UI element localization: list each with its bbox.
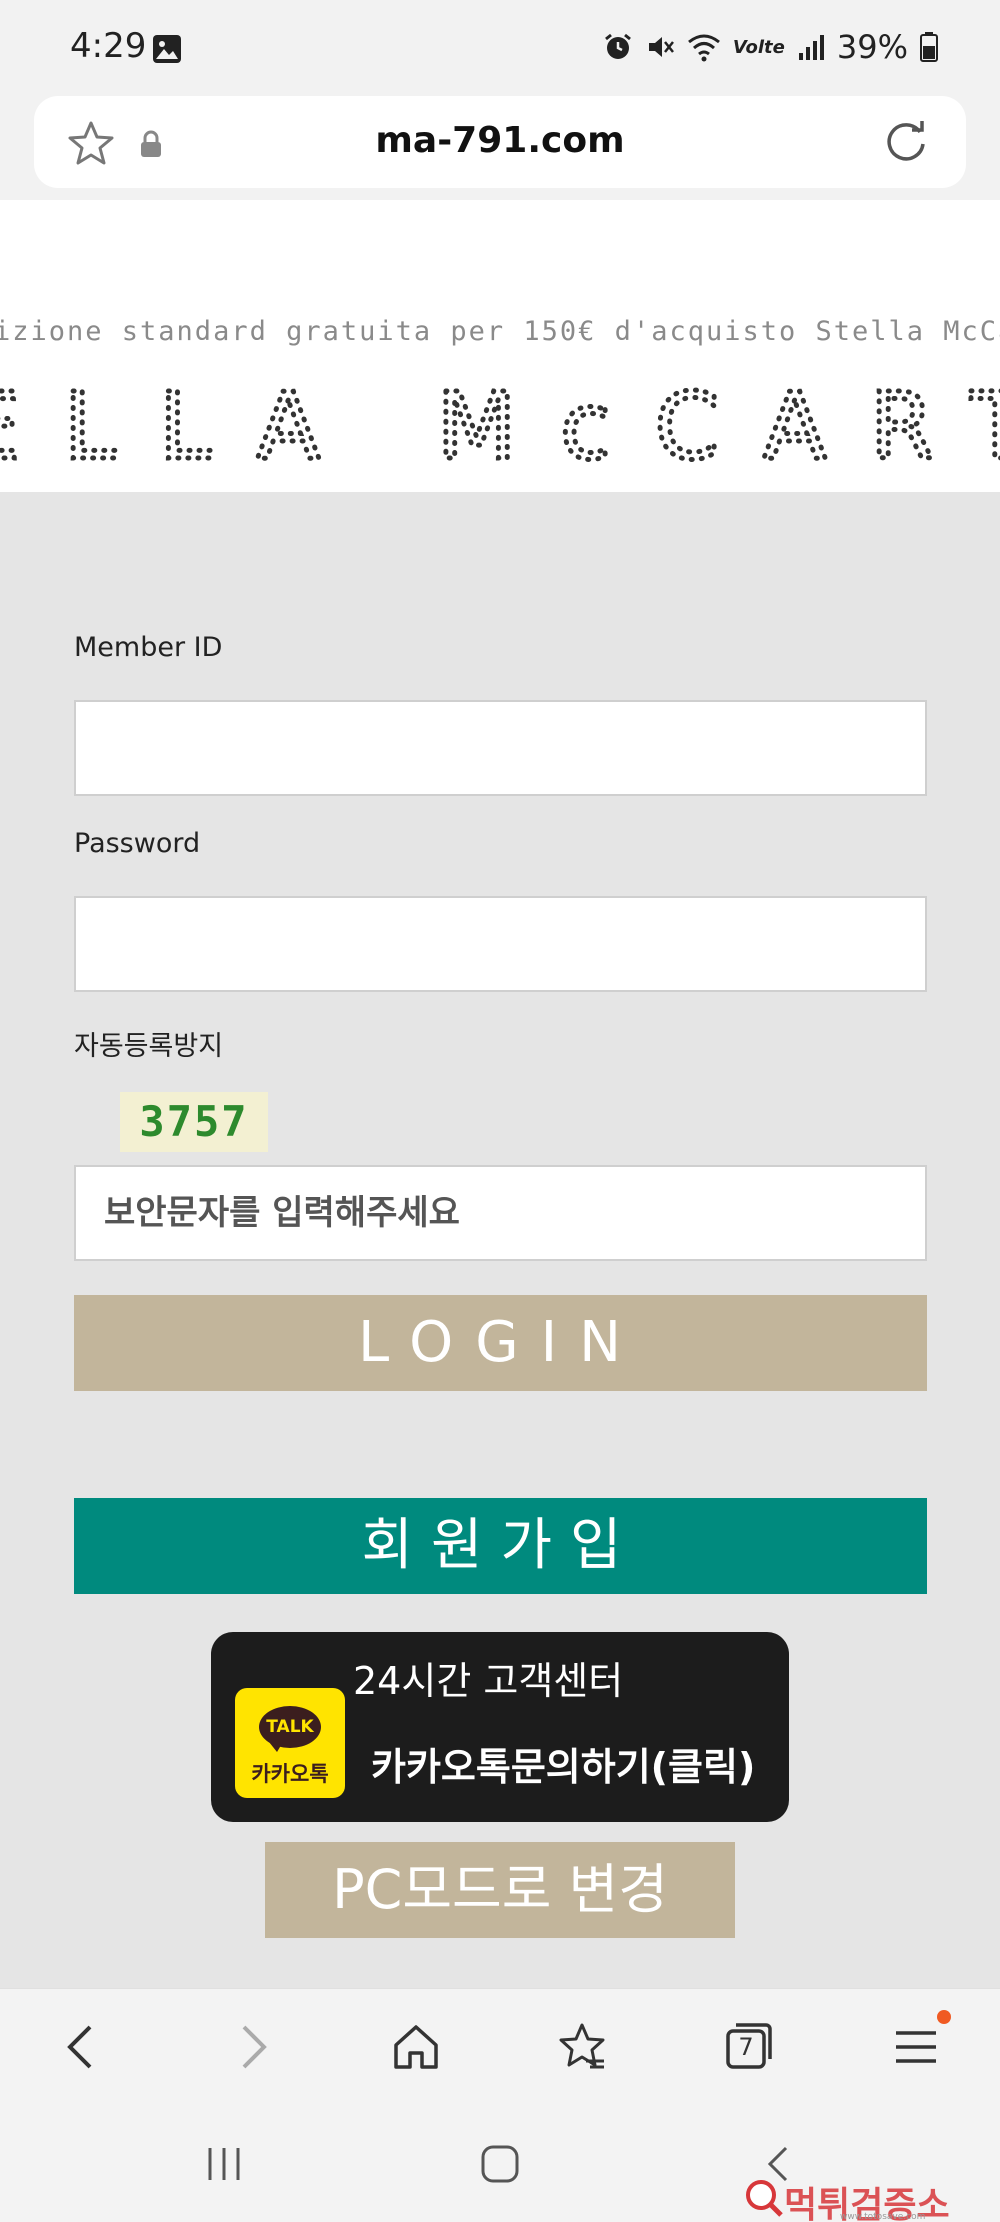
login-button[interactable]: LOGIN: [74, 1295, 927, 1391]
captcha-label: 자동등록방지: [74, 1031, 224, 1062]
bookmarks-icon[interactable]: [556, 2021, 608, 2073]
menu-notification-badge: [937, 2010, 951, 2024]
network-label: Volte: [732, 36, 785, 58]
watermark: 먹튀검증소 www.totosave.com: [744, 2176, 994, 2222]
mute-icon: [648, 37, 674, 57]
gallery-icon: [153, 35, 181, 63]
watermark-magnifier-icon: [746, 2180, 783, 2217]
status-bar: 4:29 Volte 39%: [0, 0, 1000, 96]
kakao-inquiry-link[interactable]: 카카오톡문의하기(클릭): [371, 1736, 755, 1791]
support-title: 24시간 고객센터: [353, 1659, 624, 1703]
promo-marquee: izione standard gratuita per 150€ d'acqu…: [0, 316, 1000, 347]
watermark-subtext: www.totosave.com: [840, 2212, 926, 2222]
url-text[interactable]: ma-791.com: [34, 120, 966, 161]
status-time: 4:29: [70, 26, 147, 66]
kakao-talk-icon: TALK 카카오톡: [235, 1688, 345, 1798]
captcha-input[interactable]: [74, 1165, 927, 1261]
home-icon[interactable]: [390, 2021, 442, 2073]
tabs-count: 7: [738, 2033, 754, 2061]
password-input[interactable]: [74, 896, 927, 992]
join-button[interactable]: 회원가입: [74, 1498, 927, 1594]
address-bar[interactable]: ma-791.com: [34, 96, 966, 188]
signal-icon: [798, 35, 824, 60]
brand-logo-text: ELLA McCARTN: [0, 373, 1000, 480]
browser-toolbar: 7: [0, 1988, 1000, 2100]
home-nav-icon[interactable]: [480, 2144, 520, 2184]
brand-header: izione standard gratuita per 150€ d'acqu…: [0, 200, 1000, 492]
url-bar-container: ma-791.com: [0, 96, 1000, 200]
kakao-bubble-tail: [269, 1742, 283, 1752]
captcha-image: 3757: [120, 1092, 268, 1152]
forward-icon[interactable]: [226, 2021, 278, 2073]
tabs-button[interactable]: 7: [722, 2021, 774, 2073]
wifi-icon: [687, 34, 720, 62]
recent-apps-icon[interactable]: [204, 2144, 244, 2184]
member-id-label: Member ID: [74, 632, 223, 663]
menu-icon[interactable]: [890, 2021, 942, 2073]
kakao-support-banner[interactable]: TALK 카카오톡 24시간 고객센터 카카오톡문의하기(클릭): [211, 1632, 789, 1822]
back-icon[interactable]: [56, 2021, 108, 2073]
member-id-input[interactable]: [74, 700, 927, 796]
brand-logo: ELLA McCARTN: [0, 372, 1000, 483]
password-label: Password: [74, 828, 201, 859]
alarm-icon: [604, 33, 631, 59]
pc-mode-button[interactable]: PC모드로 변경: [265, 1842, 735, 1938]
status-indicators: Volte 39%: [603, 28, 938, 66]
battery-percent: 39%: [836, 28, 908, 66]
reload-icon[interactable]: [882, 118, 930, 166]
battery-icon: [920, 32, 938, 62]
kakao-logo-text: 카카오톡: [251, 1762, 329, 1786]
